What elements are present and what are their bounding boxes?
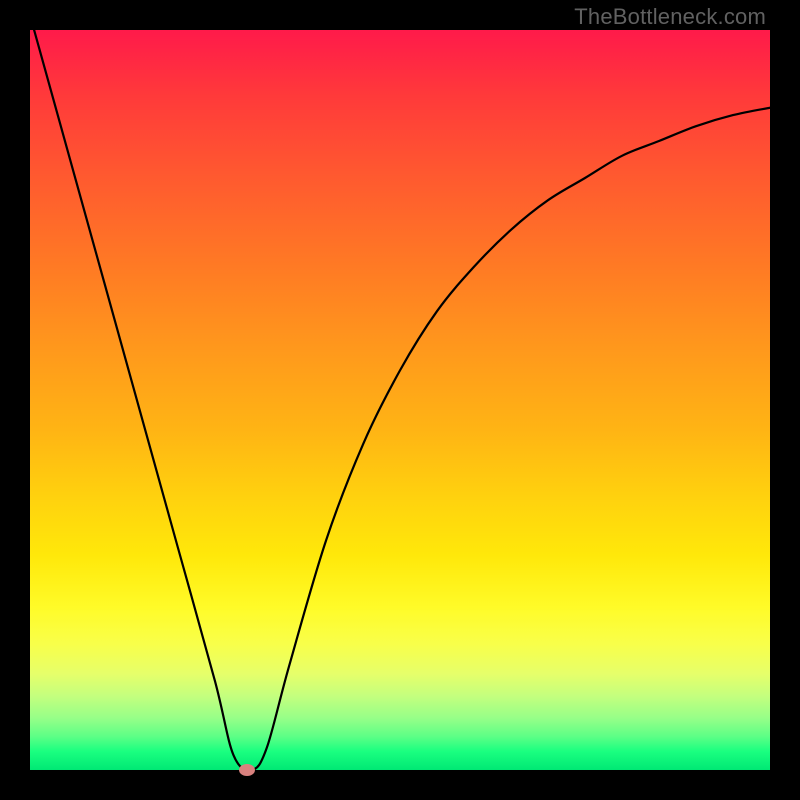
curve-path	[30, 30, 770, 770]
plot-area	[30, 30, 770, 770]
chart-frame: TheBottleneck.com	[0, 0, 800, 800]
watermark-text: TheBottleneck.com	[574, 4, 766, 30]
bottleneck-curve	[30, 30, 770, 770]
